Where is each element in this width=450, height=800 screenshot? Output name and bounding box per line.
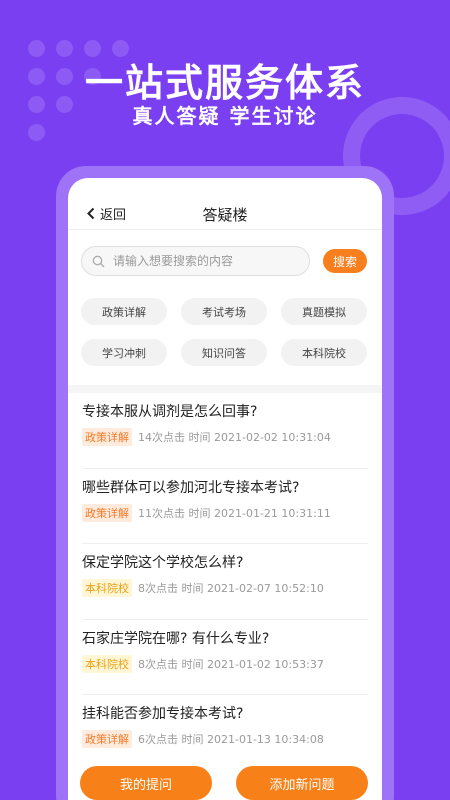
- click-count: 6次点击: [138, 733, 178, 747]
- click-count: 11次点击: [138, 506, 185, 520]
- search-icon: [92, 255, 105, 267]
- add-question-button[interactable]: 添加新问题: [236, 766, 368, 800]
- footer-bar: 我的提问 添加新问题: [68, 760, 382, 800]
- category-chip[interactable]: 知识问答: [181, 339, 267, 366]
- page-title: 答疑楼: [202, 206, 248, 224]
- question-tag: 本科院校: [82, 579, 132, 598]
- question-title: 石家庄学院在哪? 有什么专业?: [82, 630, 270, 647]
- search-button[interactable]: 搜索: [323, 249, 367, 273]
- question-time: 时间 2021-02-07 10:52:10: [181, 582, 324, 596]
- category-chip[interactable]: 学习冲刺: [81, 339, 167, 366]
- app-screen: 返回 答疑楼 搜索 政策详解 考试考场 真题模拟 学习冲刺 知识问答 本科院校 …: [68, 178, 382, 800]
- question-item[interactable]: 石家庄学院在哪? 有什么专业? 本科院校 8次点击 时间 2021-01-02 …: [82, 620, 368, 696]
- banner-headline: 一站式服务体系: [84, 61, 365, 105]
- question-title: 哪些群体可以参加河北专接本考试?: [82, 479, 300, 496]
- question-list: 专接本服从调剂是怎么回事? 政策详解 14次点击 时间 2021-02-02 1…: [68, 393, 382, 771]
- question-title: 挂科能否参加专接本考试?: [82, 706, 244, 723]
- question-tag: 本科院校: [82, 654, 132, 673]
- question-item[interactable]: 哪些群体可以参加河北专接本考试? 政策详解 11次点击 时间 2021-01-2…: [82, 469, 368, 545]
- click-count: 8次点击: [138, 657, 178, 671]
- search-input[interactable]: [113, 254, 303, 268]
- category-chip[interactable]: 真题模拟: [281, 298, 367, 325]
- category-grid: 政策详解 考试考场 真题模拟 学习冲刺 知识问答 本科院校: [81, 298, 369, 366]
- question-time: 时间 2021-02-02 10:31:04: [188, 431, 331, 444]
- category-chip[interactable]: 政策详解: [81, 298, 167, 325]
- banner-subline: 真人答疑 学生讨论: [132, 104, 318, 128]
- question-item[interactable]: 保定学院这个学校怎么样? 本科院校 8次点击 时间 2021-02-07 10:…: [82, 544, 368, 620]
- search-box[interactable]: [81, 246, 310, 276]
- question-tag: 政策详解: [82, 730, 132, 749]
- section-divider: [68, 385, 382, 393]
- question-tag: 政策详解: [82, 503, 132, 522]
- question-meta: 政策详解 11次点击 时间 2021-01-21 10:31:11: [82, 503, 331, 522]
- question-title: 专接本服从调剂是怎么回事?: [82, 404, 258, 420]
- category-chip[interactable]: 考试考场: [181, 298, 267, 325]
- question-meta: 政策详解 6次点击 时间 2021-01-13 10:34:08: [82, 730, 324, 749]
- question-meta: 本科院校 8次点击 时间 2021-02-07 10:52:10: [82, 579, 324, 598]
- search-row: 搜索: [81, 246, 367, 276]
- nav-bar: 返回 答疑楼: [68, 178, 382, 230]
- question-time: 时间 2021-01-21 10:31:11: [188, 506, 331, 520]
- click-count: 8次点击: [138, 582, 178, 596]
- question-time: 时间 2021-01-13 10:34:08: [181, 733, 324, 747]
- question-title: 保定学院这个学校怎么样?: [82, 555, 244, 572]
- question-item[interactable]: 专接本服从调剂是怎么回事? 政策详解 14次点击 时间 2021-02-02 1…: [82, 393, 368, 469]
- category-chip[interactable]: 本科院校: [281, 339, 367, 366]
- question-tag: 政策详解: [82, 428, 132, 446]
- click-count: 14次点击: [138, 431, 185, 444]
- my-questions-button[interactable]: 我的提问: [80, 766, 212, 800]
- question-meta: 政策详解 14次点击 时间 2021-02-02 10:31:04: [82, 428, 331, 446]
- question-time: 时间 2021-01-02 10:53:37: [181, 657, 324, 671]
- question-meta: 本科院校 8次点击 时间 2021-01-02 10:53:37: [82, 654, 324, 673]
